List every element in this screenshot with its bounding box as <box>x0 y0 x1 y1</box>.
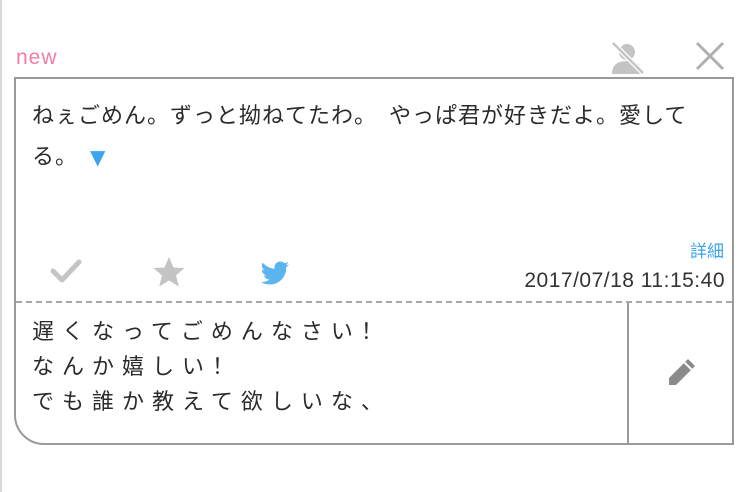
message-body: ねぇごめん。ずっと拗ねてたわ。 やっぱ君が好きだよ。愛してる。 ▼ <box>32 97 722 178</box>
message-card: ねぇごめん。ずっと拗ねてたわ。 やっぱ君が好きだよ。愛してる。 ▼ 詳細 2017… <box>14 77 734 445</box>
check-icon[interactable] <box>50 257 82 285</box>
star-icon[interactable] <box>152 255 186 289</box>
reply-line: 遅くなってごめんなさい！ <box>32 320 391 345</box>
pencil-icon <box>668 359 695 385</box>
new-badge: new <box>16 46 58 69</box>
edit-reply-button[interactable] <box>627 303 732 443</box>
reply-line: なんか嬉しい！ <box>32 355 243 380</box>
reply-line: でも誰か教えて欲しいな、 <box>32 390 391 415</box>
user-mute-icon[interactable] <box>608 40 646 76</box>
twitter-icon[interactable] <box>260 261 290 287</box>
message-timestamp: 2017/07/18 11:15:40 <box>524 269 725 292</box>
reply-text: 遅くなってごめんなさい！ なんか嬉しい！ でも誰か教えて欲しいな、 <box>32 315 391 420</box>
close-icon[interactable] <box>694 40 726 72</box>
expand-arrow-icon[interactable]: ▼ <box>90 145 106 169</box>
reply-area[interactable]: 遅くなってごめんなさい！ なんか嬉しい！ でも誰か教えて欲しいな、 <box>16 303 626 443</box>
detail-link[interactable]: 詳細 <box>690 237 724 262</box>
message-text: ねぇごめん。ずっと拗ねてたわ。 やっぱ君が好きだよ。愛してる。 <box>32 104 688 170</box>
window-edge <box>0 0 2 492</box>
